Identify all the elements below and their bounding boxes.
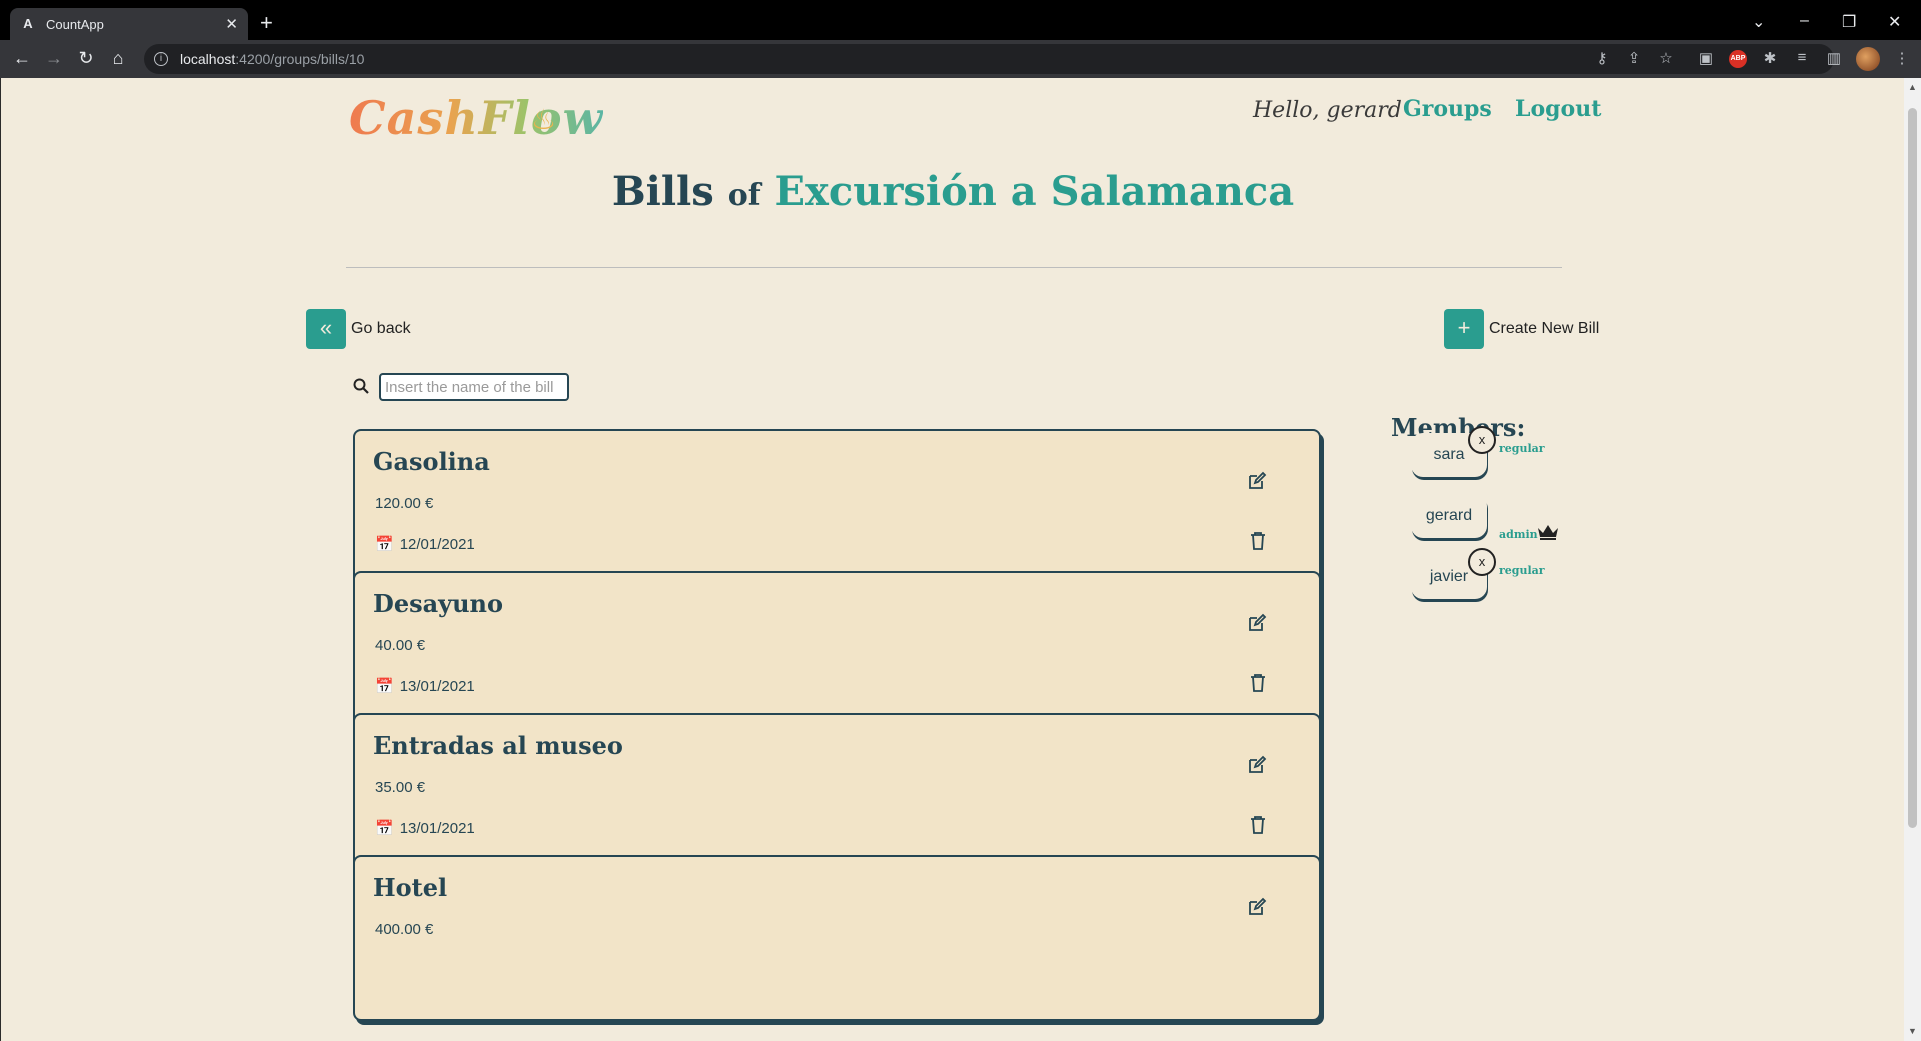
browser-tab-bar: A CountApp ✕ + ⌄ – ❐ ✕ xyxy=(0,8,1921,40)
bill-name: Desayuno xyxy=(373,589,503,618)
trash-icon[interactable] xyxy=(1249,531,1267,551)
edit-icon[interactable] xyxy=(1247,755,1267,775)
nav-logout-link[interactable]: Logout xyxy=(1515,96,1601,122)
bill-amount: 120.00 € xyxy=(375,495,434,512)
remove-member-sara-button[interactable]: x xyxy=(1468,426,1496,454)
edit-icon[interactable] xyxy=(1247,897,1267,917)
create-bill-label[interactable]: Create New Bill xyxy=(1489,320,1599,338)
member-role-badge: regular xyxy=(1499,564,1545,577)
double-chevron-left-icon: « xyxy=(319,315,333,340)
forward-icon[interactable]: → xyxy=(42,48,66,69)
browser-menu-icon[interactable]: ⋮ xyxy=(1892,49,1912,67)
create-bill-button[interactable]: + xyxy=(1444,309,1484,349)
bill-name: Gasolina xyxy=(373,447,490,476)
nav-groups-link[interactable]: Groups xyxy=(1403,96,1492,122)
close-window-icon[interactable]: ✕ xyxy=(1888,12,1901,32)
bill-date-text: 12/01/2021 xyxy=(399,535,475,553)
bill-date-text: 13/01/2021 xyxy=(399,677,475,695)
plus-icon: + xyxy=(1457,315,1471,340)
scroll-up-icon[interactable]: ▲ xyxy=(1908,82,1917,92)
bill-search-input[interactable] xyxy=(379,373,569,401)
title-word-of: of xyxy=(727,178,761,213)
url-host: localhost xyxy=(180,51,236,67)
browser-toolbar: ← → ↻ ⌂ i localhost :4200/groups/bills/1… xyxy=(0,40,1921,78)
url-path: :4200/groups/bills/10 xyxy=(235,51,365,67)
bill-amount: 400.00 € xyxy=(375,921,434,938)
home-icon[interactable]: ⌂ xyxy=(106,48,130,69)
bill-date: 📅 13/01/2021 xyxy=(375,677,475,696)
key-icon[interactable]: ⚷ xyxy=(1592,49,1612,67)
title-word-bills: Bills xyxy=(611,168,714,215)
page-title: Bills of Excursión a Salamanca xyxy=(1,168,1904,215)
edit-icon[interactable] xyxy=(1247,613,1267,633)
page-scrollbar[interactable]: ▲ ▼ xyxy=(1904,78,1921,1041)
restore-icon[interactable]: ❐ xyxy=(1842,12,1856,32)
calendar-icon: 📅 xyxy=(375,536,394,553)
bill-amount: 35.00 € xyxy=(375,779,426,796)
divider xyxy=(346,267,1562,268)
profile-avatar[interactable] xyxy=(1856,47,1880,71)
crown-icon xyxy=(1538,525,1558,540)
member-pill-gerard[interactable]: gerard xyxy=(1411,494,1487,538)
member-role-badge: admin xyxy=(1499,528,1538,541)
cashflow-logo[interactable]: CashFlow xyxy=(349,91,603,145)
page: CashFlow ♨ Hello, gerard Groups Logout B… xyxy=(0,78,1904,1041)
bill-name: Entradas al museo xyxy=(373,731,623,760)
go-back-button[interactable]: « xyxy=(306,309,346,349)
extension-icon[interactable]: ▣ xyxy=(1696,49,1716,67)
group-name: Excursión a Salamanca xyxy=(774,168,1295,215)
calendar-icon: 📅 xyxy=(375,820,394,837)
media-icon[interactable]: ≡ xyxy=(1792,49,1812,66)
scrollbar-thumb[interactable] xyxy=(1908,108,1917,828)
app-favicon-icon: A xyxy=(23,16,33,31)
bill-date: 📅 12/01/2021 xyxy=(375,535,475,554)
adblock-icon[interactable]: ABP xyxy=(1729,50,1747,68)
calendar-icon: 📅 xyxy=(375,678,394,695)
bill-date: 📅 13/01/2021 xyxy=(375,819,475,838)
hand-coin-icon: ♨ xyxy=(531,104,557,135)
scroll-down-icon[interactable]: ▼ xyxy=(1908,1026,1917,1036)
address-bar[interactable]: i localhost :4200/groups/bills/10 xyxy=(144,44,1834,74)
reload-icon[interactable]: ↻ xyxy=(74,48,98,69)
tab-search-icon[interactable]: ⌄ xyxy=(1752,12,1765,32)
new-tab-icon[interactable]: + xyxy=(260,10,273,36)
bill-card[interactable]: Hotel 400.00 € xyxy=(353,855,1321,1021)
bookmark-star-icon[interactable]: ☆ xyxy=(1656,49,1676,67)
bill-amount: 40.00 € xyxy=(375,637,426,654)
close-tab-icon[interactable]: ✕ xyxy=(225,15,238,33)
site-info-icon[interactable]: i xyxy=(154,52,168,66)
remove-member-javier-button[interactable]: x xyxy=(1468,548,1496,576)
edit-icon[interactable] xyxy=(1247,471,1267,491)
puzzle-extensions-icon[interactable]: ✱ xyxy=(1760,49,1780,67)
minimize-icon[interactable]: – xyxy=(1800,12,1809,30)
bill-name: Hotel xyxy=(373,873,448,902)
search-icon xyxy=(353,378,369,394)
go-back-label[interactable]: Go back xyxy=(351,320,411,338)
member-role-badge: regular xyxy=(1499,442,1545,455)
greeting-text: Hello, gerard xyxy=(1253,98,1402,123)
side-panel-icon[interactable]: ▥ xyxy=(1824,49,1844,67)
tab-title: CountApp xyxy=(46,16,104,32)
share-icon[interactable]: ⇪ xyxy=(1624,49,1644,67)
back-icon[interactable]: ← xyxy=(10,48,34,69)
trash-icon[interactable] xyxy=(1249,673,1267,693)
browser-tab[interactable]: A CountApp ✕ xyxy=(10,8,248,40)
trash-icon[interactable] xyxy=(1249,815,1267,835)
bill-date-text: 13/01/2021 xyxy=(399,819,475,837)
